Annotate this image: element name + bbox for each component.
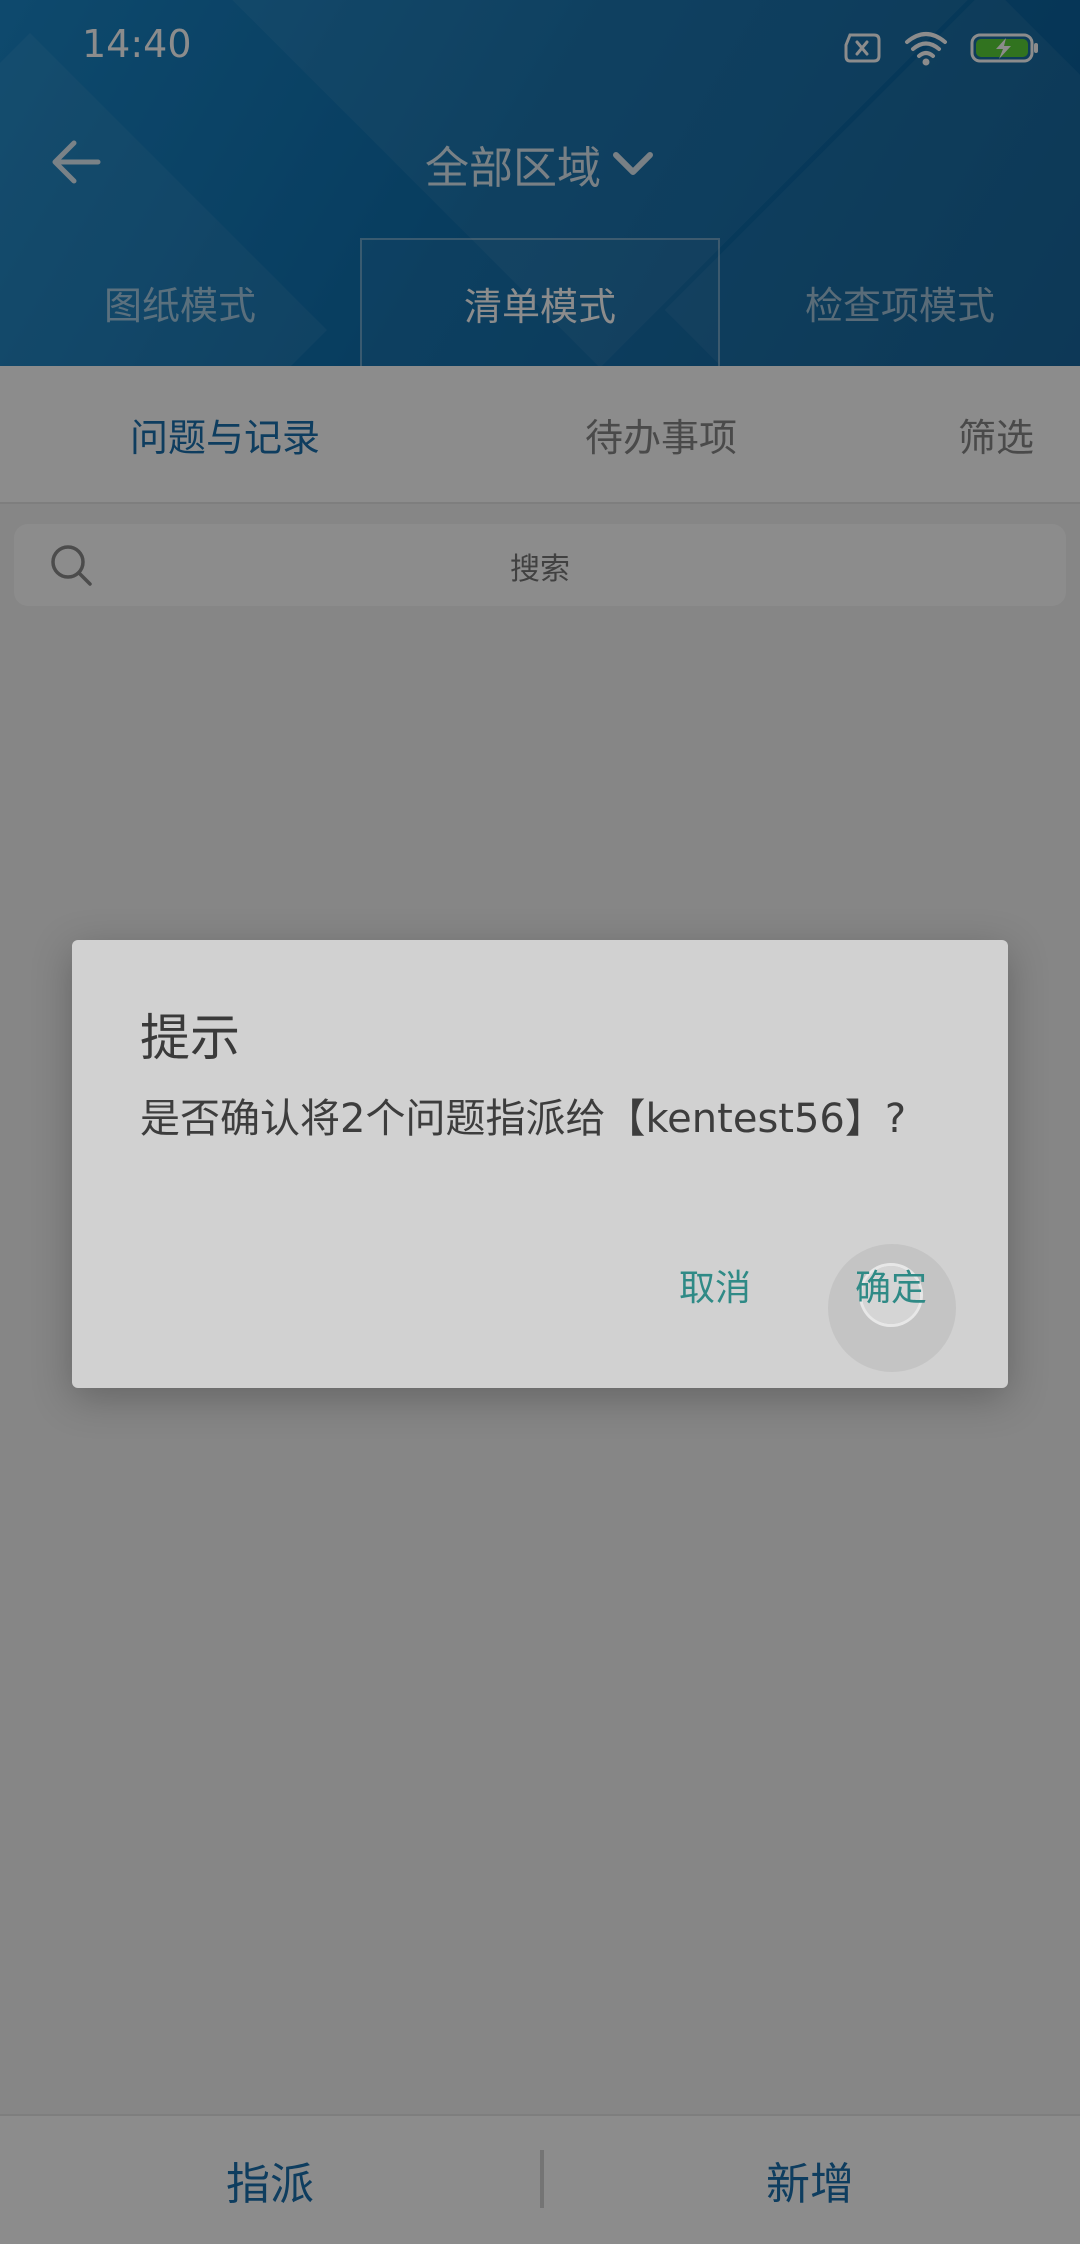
dialog-message: 是否确认将2个问题指派给【kentest56】? bbox=[140, 1096, 907, 1142]
confirm-button[interactable]: 确定 bbox=[826, 1240, 956, 1330]
dialog-title: 提示 bbox=[140, 1009, 240, 1067]
cancel-button[interactable]: 取消 bbox=[650, 1240, 780, 1330]
confirm-dialog: 提示 是否确认将2个问题指派给【kentest56】? 取消 确定 bbox=[72, 940, 1008, 1388]
